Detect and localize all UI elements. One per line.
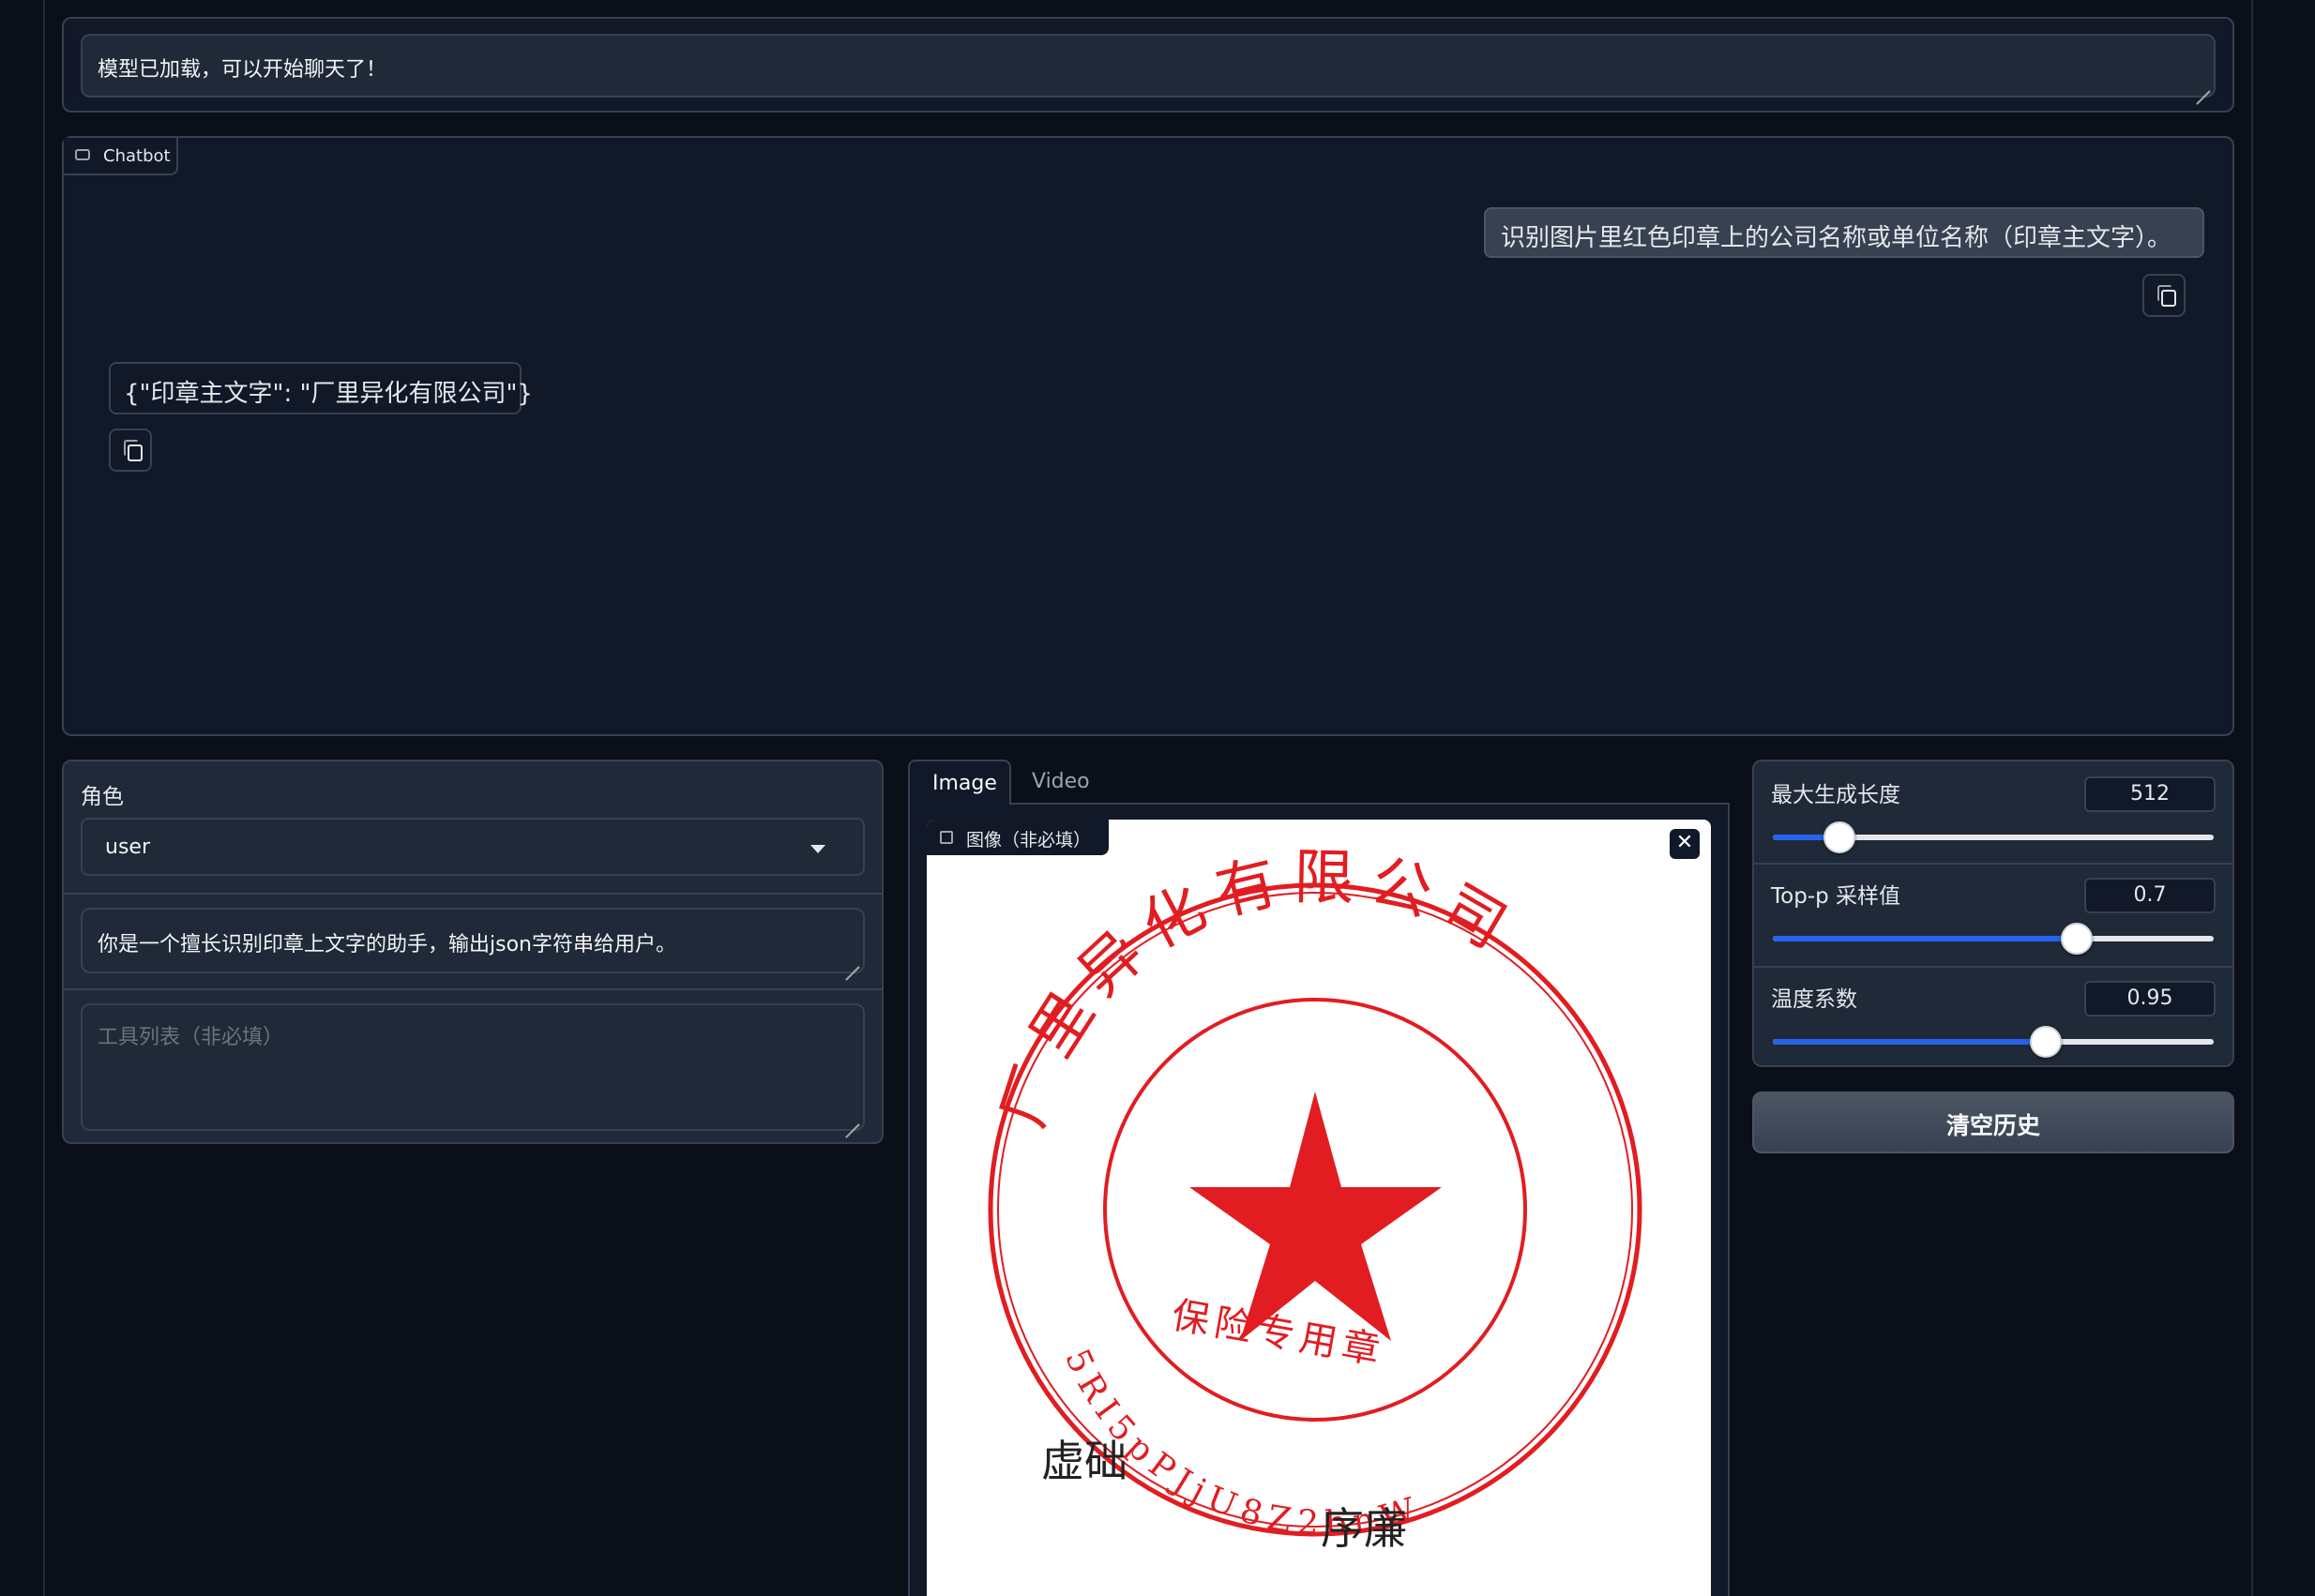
divider [64, 988, 882, 990]
image-panel: 厂里异化有限公司 保险专用章 5RI5pPJjU8Z2bnW 虚础 序廉 图像（… [908, 805, 1730, 1596]
image-label-tag: 图像（非必填） [927, 820, 1109, 855]
top-p-label: Top-p 采样值 [1771, 884, 1901, 909]
stamp-image: 厂里异化有限公司 保险专用章 5RI5pPJjU8Z2bnW 虚础 序廉 [988, 843, 1642, 1554]
max-length-label: 最大生成长度 [1771, 783, 1900, 807]
slider-thumb[interactable] [2061, 923, 2094, 955]
status-text: 模型已加载，可以开始聊天了！ [98, 58, 387, 82]
app-root: 模型已加载，可以开始聊天了！ Chatbot 识别图片里红色印章上的公司名称或单… [0, 0, 2315, 1596]
clear-history-label: 清空历史 [1945, 1112, 2040, 1139]
copy-assistant-message-button[interactable] [109, 429, 152, 472]
system-prompt-textbox[interactable]: 你是一个擅长识别印章上文字的助手，输出json字符串给用户。 [81, 908, 865, 973]
param-temperature: 温度系数 0.95 [1754, 968, 2232, 1067]
divider [64, 893, 882, 895]
tools-placeholder: 工具列表（非必填） [98, 1026, 284, 1049]
param-top-p: Top-p 采样值 0.7 [1754, 865, 2232, 966]
role-label: 角色 [81, 785, 124, 809]
resize-handle-icon[interactable] [844, 953, 859, 968]
scribble-text-1: 虚础 [1041, 1436, 1127, 1486]
stamp-company-text: 厂里异化有限公司 [989, 843, 1529, 1136]
top-p-input[interactable]: 0.7 [2084, 878, 2216, 913]
system-prompt-text: 你是一个擅长识别印章上文字的助手，输出json字符串给用户。 [98, 933, 676, 956]
settings-panel: 角色 user 你是一个擅长识别印章上文字的助手，输出json字符串给用户。 工… [62, 760, 884, 1144]
assistant-message-bubble: {"印章主文字": "厂里异化有限公司"} [109, 362, 533, 414]
image-label: 图像（非必填） [966, 830, 1092, 851]
image-icon [940, 831, 953, 844]
temperature-label: 温度系数 [1771, 987, 1857, 1012]
resize-handle-icon[interactable] [844, 1110, 859, 1125]
status-panel: 模型已加载，可以开始聊天了！ [62, 17, 2234, 113]
scribble-text-2: 序廉 [1321, 1503, 1407, 1554]
dropdown-arrow-icon [810, 845, 825, 853]
tab-image[interactable]: Image [908, 760, 1011, 806]
temperature-slider[interactable] [1773, 1026, 2214, 1058]
user-message-bubble: 识别图片里红色印章上的公司名称或单位名称（印章主文字）。 [1484, 207, 2204, 258]
slider-thumb[interactable] [2030, 1026, 2063, 1058]
user-message-text: 识别图片里红色印章上的公司名称或单位名称（印章主文字）。 [1501, 224, 2172, 252]
tools-textbox[interactable]: 工具列表（非必填） [81, 1003, 865, 1131]
chatbot-panel: Chatbot 识别图片里红色印章上的公司名称或单位名称（印章主文字）。 {"印… [62, 136, 2234, 736]
resize-handle-icon[interactable] [2195, 77, 2210, 92]
clear-history-button[interactable]: 清空历史 [1752, 1092, 2234, 1153]
role-dropdown[interactable]: user [81, 818, 865, 876]
close-image-button[interactable]: ✕ [1670, 829, 1700, 859]
top-p-slider[interactable] [1773, 923, 2214, 955]
status-textbox[interactable]: 模型已加载，可以开始聊天了！ [81, 34, 2216, 98]
param-max-length: 最大生成长度 512 [1754, 761, 2232, 863]
temperature-input[interactable]: 0.95 [2084, 981, 2216, 1016]
assistant-message-text: {"印章主文字": "厂里异化有限公司"} [124, 380, 533, 408]
chatbot-label: Chatbot [103, 146, 171, 166]
chat-icon [75, 149, 90, 160]
image-upload-area[interactable]: 厂里异化有限公司 保险专用章 5RI5pPJjU8Z2bnW 虚础 序廉 图像（… [927, 820, 1711, 1596]
copy-user-message-button[interactable] [2142, 274, 2186, 317]
tab-video[interactable]: Video [1013, 760, 1107, 805]
media-tabs: Image Video [908, 760, 1730, 806]
role-value: user [105, 836, 150, 859]
params-panel: 最大生成长度 512 Top-p 采样值 0.7 温度系数 0.95 [1752, 760, 2234, 1067]
close-icon: ✕ [1675, 831, 1694, 854]
max-length-slider[interactable] [1773, 821, 2214, 853]
slider-thumb[interactable] [1823, 821, 1855, 853]
max-length-input[interactable]: 512 [2084, 776, 2216, 812]
chatbot-label-tag: Chatbot [64, 138, 178, 175]
